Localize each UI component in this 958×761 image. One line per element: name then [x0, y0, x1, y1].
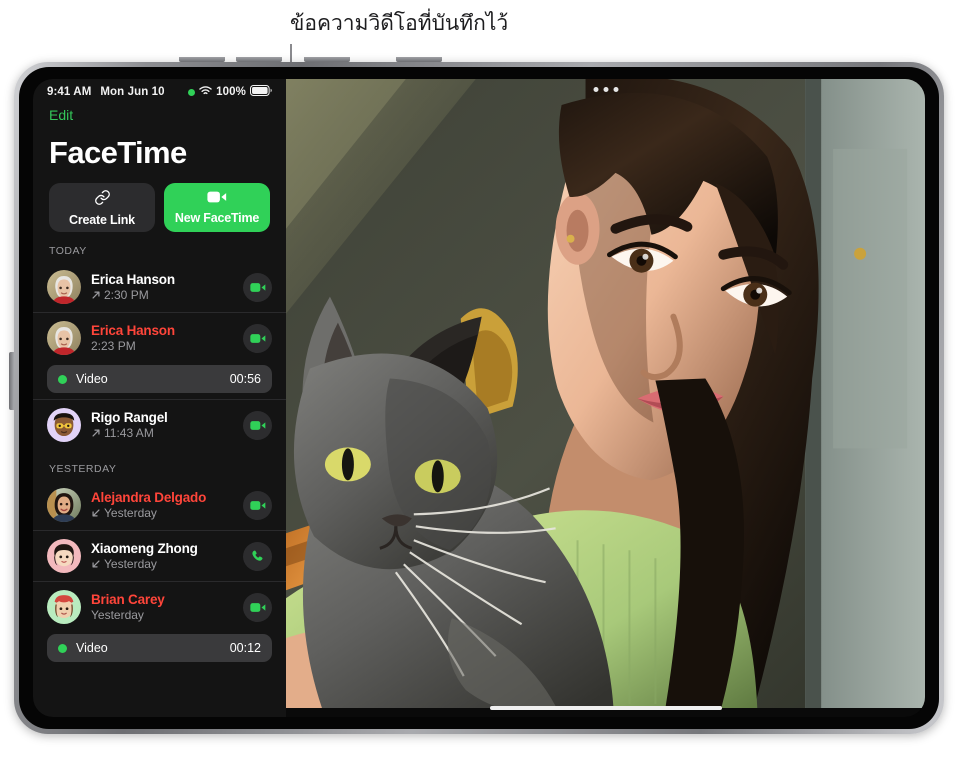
contact-name: Brian Carey: [91, 592, 165, 607]
battery-icon: [250, 85, 272, 99]
avatar: [47, 590, 81, 624]
page-title: FaceTime: [49, 135, 187, 170]
side-antenna-band: [9, 352, 14, 410]
call-time-row: 2:23 PM: [91, 339, 233, 353]
ipad-bezel: 9:41 AM Mon Jun 10 100% Edit FaceTime Cr…: [19, 67, 939, 729]
call-time-label: Yesterday: [91, 608, 144, 622]
call-row-text: Erica Hanson 2:23 PM: [91, 323, 233, 353]
facetime-video-pane: [286, 79, 925, 717]
call-list-row[interactable]: Brian Carey Yesterday: [33, 581, 286, 632]
avatar: [47, 321, 81, 355]
call-time-label: 2:23 PM: [91, 339, 136, 353]
incoming-call-arrow-icon: [92, 509, 100, 517]
privacy-camera-dot-icon: [188, 88, 196, 96]
video-message-duration: 00:56: [229, 372, 261, 386]
contact-name: Erica Hanson: [91, 323, 175, 338]
video-message-pill[interactable]: Video 00:12: [47, 634, 272, 662]
call-row-text: Brian Carey Yesterday: [91, 592, 233, 622]
call-back-button[interactable]: [243, 410, 272, 440]
contact-name: Erica Hanson: [91, 272, 175, 287]
power-button[interactable]: [304, 57, 350, 62]
call-list-row[interactable]: Erica Hanson 2:30 PM: [33, 262, 286, 312]
facetime-sidebar: 9:41 AM Mon Jun 10 100% Edit FaceTime Cr…: [33, 79, 286, 717]
video-message-duration: 00:12: [229, 641, 261, 655]
incoming-call-arrow-icon: [92, 560, 100, 568]
contact-name: Xiaomeng Zhong: [91, 541, 198, 556]
call-back-button[interactable]: [243, 323, 272, 353]
create-link-button[interactable]: Create Link: [49, 183, 155, 232]
outgoing-call-arrow-icon: [92, 291, 100, 299]
call-time-row: Yesterday: [91, 608, 233, 622]
call-list-row[interactable]: Xiaomeng Zhong Yesterday: [33, 530, 286, 581]
section-header: YESTERDAY: [49, 463, 117, 475]
phone-icon: [252, 550, 263, 561]
home-indicator[interactable]: [489, 706, 722, 710]
outgoing-call-arrow-icon: [92, 429, 100, 437]
create-link-label: Create Link: [69, 212, 135, 227]
avatar: [47, 408, 81, 442]
call-time-row: Yesterday: [91, 557, 233, 571]
call-back-button[interactable]: [243, 490, 272, 520]
call-time-row: 11:43 AM: [91, 426, 233, 440]
call-row-text: Xiaomeng Zhong Yesterday: [91, 541, 233, 571]
wifi-icon: [199, 85, 212, 99]
video-message-pill[interactable]: Video 00:56: [47, 365, 272, 393]
status-bar-time: 9:41 AM: [47, 86, 92, 98]
avatar: [47, 539, 81, 573]
video-camera-icon: [249, 420, 265, 430]
new-facetime-label: New FaceTime: [174, 211, 260, 225]
video-message-type: Video: [76, 641, 108, 655]
more-options-dots-icon[interactable]: [593, 87, 618, 92]
call-list-row[interactable]: Rigo Rangel 11:43 AM: [33, 399, 286, 450]
call-time-label: Yesterday: [104, 506, 157, 520]
call-list-row[interactable]: Erica Hanson 2:23 PM: [33, 312, 286, 363]
video-camera-icon: [249, 282, 265, 292]
contact-name: Alejandra Delgado: [91, 490, 207, 505]
antenna-band-top: [396, 57, 442, 62]
ipad-screen: 9:41 AM Mon Jun 10 100% Edit FaceTime Cr…: [33, 79, 925, 717]
video-message-type: Video: [76, 372, 108, 386]
avatar: [47, 488, 81, 522]
status-bar-right: 100%: [188, 85, 272, 99]
ipad-device-frame: 9:41 AM Mon Jun 10 100% Edit FaceTime Cr…: [9, 57, 944, 734]
recent-calls-list: TODAY Erica Hanson 2:30 PM Erica Hanson 2:23…: [33, 232, 286, 662]
screenshot-root: ข้อความวิดีโอที่บันทึกไว้ 9:41 AM Mon Ju…: [0, 0, 958, 761]
unplayed-dot-icon: [58, 643, 67, 653]
call-time-row: Yesterday: [91, 506, 233, 520]
volume-down-button[interactable]: [236, 57, 282, 62]
video-camera-icon: [207, 190, 227, 209]
call-row-text: Alejandra Delgado Yesterday: [91, 490, 233, 520]
call-row-text: Rigo Rangel 11:43 AM: [91, 410, 233, 440]
call-back-button[interactable]: [243, 541, 272, 571]
avatar: [47, 270, 81, 304]
video-camera-icon: [249, 333, 265, 343]
call-row-text: Erica Hanson 2:30 PM: [91, 272, 233, 302]
call-list-row[interactable]: Alejandra Delgado Yesterday: [33, 480, 286, 530]
callout-label: ข้อความวิดีโอที่บันทึกไว้: [290, 11, 509, 35]
action-buttons-row: Create Link New FaceTime: [33, 171, 286, 232]
video-camera-icon: [249, 602, 265, 612]
call-time-label: 2:30 PM: [104, 288, 149, 302]
volume-up-button[interactable]: [179, 57, 225, 62]
status-bar: 9:41 AM Mon Jun 10 100%: [33, 79, 286, 105]
video-camera-icon: [249, 500, 265, 510]
edit-row: Edit: [33, 105, 286, 125]
new-facetime-button[interactable]: New FaceTime: [164, 183, 270, 232]
status-bar-date: Mon Jun 10: [100, 86, 165, 98]
section-header: TODAY: [49, 245, 87, 257]
battery-percent-label: 100%: [216, 86, 246, 98]
video-message-photo: [286, 79, 925, 709]
link-icon: [94, 189, 111, 211]
edit-button[interactable]: Edit: [49, 107, 73, 123]
call-time-row: 2:30 PM: [91, 288, 233, 302]
call-time-label: 11:43 AM: [104, 426, 154, 440]
call-time-label: Yesterday: [104, 557, 157, 571]
unplayed-dot-icon: [58, 374, 67, 384]
contact-name: Rigo Rangel: [91, 410, 168, 425]
call-back-button[interactable]: [243, 272, 272, 302]
call-back-button[interactable]: [243, 592, 272, 622]
